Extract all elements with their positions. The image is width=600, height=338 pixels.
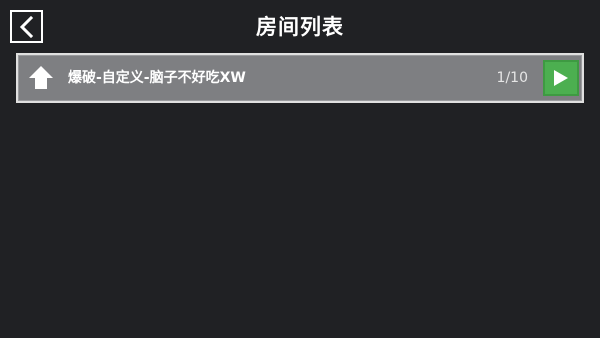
- room-name: 爆破-自定义-脑子不好吃XW: [68, 70, 246, 86]
- page-title: 房间列表: [256, 15, 344, 39]
- home-icon: [29, 66, 53, 89]
- play-icon: [554, 70, 568, 86]
- room-player-count: 1/10: [496, 70, 528, 86]
- join-room-button[interactable]: [543, 60, 579, 96]
- room-list-item[interactable]: 爆破-自定义-脑子不好吃XW 1/10: [16, 53, 584, 103]
